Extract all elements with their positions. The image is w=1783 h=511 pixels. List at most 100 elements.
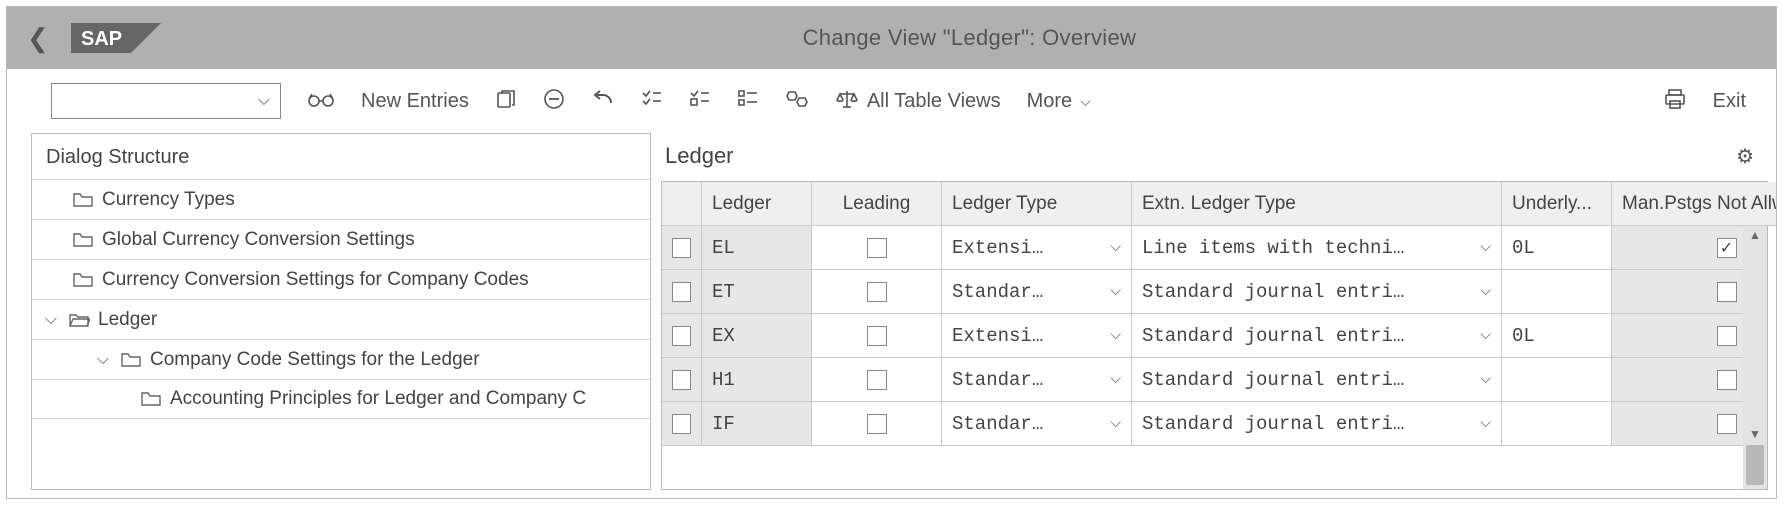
cell-ledger-type[interactable]: Extensi…⌵ xyxy=(942,314,1132,358)
cell-underly[interactable] xyxy=(1502,402,1612,446)
cell-extn-type[interactable]: Standard journal entri…⌵ xyxy=(1132,358,1502,402)
all-table-views-label: All Table Views xyxy=(867,90,1001,113)
tree-item-accounting-principles[interactable]: Accounting Principles for Ledger and Com… xyxy=(32,379,650,419)
col-select xyxy=(662,182,702,226)
copy-icon[interactable] xyxy=(495,88,517,114)
exit-button[interactable]: Exit xyxy=(1713,90,1746,113)
cell-ledger[interactable]: ET xyxy=(702,270,812,314)
col-ledger-type[interactable]: Ledger Type xyxy=(942,182,1132,226)
configure-icon[interactable] xyxy=(785,88,809,114)
row-select-checkbox[interactable] xyxy=(662,402,702,446)
table-row[interactable]: IF Standar…⌵ Standard journal entri…⌵ xyxy=(662,402,1767,446)
scroll-down-icon[interactable]: ▼ xyxy=(1749,427,1761,441)
folder-open-icon xyxy=(68,311,90,329)
select-all-icon[interactable] xyxy=(641,88,663,114)
new-entries-label: New Entries xyxy=(361,90,469,113)
tree-item-label: Company Code Settings for the Ledger xyxy=(150,349,480,371)
pane-title: Ledger xyxy=(665,143,734,169)
delete-icon[interactable] xyxy=(543,88,565,114)
folder-icon xyxy=(72,271,94,289)
more-button[interactable]: More ⌵ xyxy=(1027,90,1091,113)
titlebar: ❮ SAP Change View "Ledger": Overview xyxy=(7,7,1776,69)
cell-underly[interactable]: 0L xyxy=(1502,314,1612,358)
cell-ledger[interactable]: EL xyxy=(702,226,812,270)
exit-label: Exit xyxy=(1713,90,1746,113)
scroll-up-icon[interactable]: ▲ xyxy=(1749,228,1761,242)
folder-icon xyxy=(72,191,94,209)
ledger-table: Ledger Leading Ledger Type Extn. Ledger … xyxy=(661,181,1768,490)
scales-icon xyxy=(835,88,859,114)
deselect-all-icon[interactable] xyxy=(737,88,759,114)
col-underly[interactable]: Underly... xyxy=(1502,182,1612,226)
tree-item-label: Currency Conversion Settings for Company… xyxy=(102,269,529,291)
cell-extn-type[interactable]: Line items with techni…⌵ xyxy=(1132,226,1502,270)
cell-leading[interactable] xyxy=(812,358,942,402)
chevron-down-icon: ⌵ xyxy=(1080,93,1091,110)
table-header: Ledger Leading Ledger Type Extn. Ledger … xyxy=(662,182,1767,226)
cell-ledger-type[interactable]: Standar…⌵ xyxy=(942,402,1132,446)
dialog-structure-title: Dialog Structure xyxy=(32,142,650,179)
cell-ledger[interactable]: IF xyxy=(702,402,812,446)
cell-ledger[interactable]: H1 xyxy=(702,358,812,402)
view-select-dropdown[interactable]: ⌵ xyxy=(51,83,281,119)
cell-extn-type[interactable]: Standard journal entri…⌵ xyxy=(1132,314,1502,358)
cell-underly[interactable]: 0L xyxy=(1502,226,1612,270)
table-row[interactable]: H1 Standar…⌵ Standard journal entri…⌵ xyxy=(662,358,1767,402)
table-row[interactable]: EL Extensi…⌵ Line items with techni…⌵ 0L… xyxy=(662,226,1767,270)
print-icon[interactable] xyxy=(1663,88,1687,114)
row-select-checkbox[interactable] xyxy=(662,270,702,314)
tree-item-ledger[interactable]: ⌵ Ledger xyxy=(32,299,650,339)
folder-icon xyxy=(140,390,162,408)
gear-icon[interactable]: ⚙ xyxy=(1736,144,1754,169)
glasses-icon[interactable] xyxy=(307,90,335,112)
col-manpstgs[interactable]: Man.Pstgs Not Allwd xyxy=(1612,182,1776,226)
new-entries-button[interactable]: New Entries xyxy=(361,90,469,113)
more-label: More xyxy=(1027,90,1073,113)
tree-item-global-currency-conv[interactable]: Global Currency Conversion Settings xyxy=(32,219,650,259)
chevron-down-icon: ⌵ xyxy=(94,351,112,369)
col-extn-type[interactable]: Extn. Ledger Type xyxy=(1132,182,1502,226)
cell-ledger-type[interactable]: Extensi…⌵ xyxy=(942,226,1132,270)
row-select-checkbox[interactable] xyxy=(662,226,702,270)
undo-icon[interactable] xyxy=(591,89,615,113)
svg-text:SAP: SAP xyxy=(81,28,122,50)
cell-leading[interactable] xyxy=(812,270,942,314)
chevron-down-icon: ⌵ xyxy=(42,311,60,329)
cell-ledger-type[interactable]: Standar…⌵ xyxy=(942,358,1132,402)
all-table-views-button[interactable]: All Table Views xyxy=(835,88,1001,114)
row-select-checkbox[interactable] xyxy=(662,314,702,358)
tree-item-currency-conv-company[interactable]: Currency Conversion Settings for Company… xyxy=(32,259,650,299)
cell-leading[interactable] xyxy=(812,314,942,358)
cell-leading[interactable] xyxy=(812,226,942,270)
tree-item-label: Global Currency Conversion Settings xyxy=(102,229,415,251)
cell-leading[interactable] xyxy=(812,402,942,446)
tree-item-currency-types[interactable]: Currency Types xyxy=(32,179,650,219)
row-select-checkbox[interactable] xyxy=(662,358,702,402)
dialog-structure-panel: Dialog Structure Currency Types Global C… xyxy=(31,133,651,490)
select-block-icon[interactable] xyxy=(689,88,711,114)
scroll-thumb[interactable] xyxy=(1746,445,1764,485)
folder-icon xyxy=(120,351,142,369)
cell-extn-type[interactable]: Standard journal entri…⌵ xyxy=(1132,402,1502,446)
ledger-pane: Ledger ⚙ Ledger Leading Ledger Type Extn… xyxy=(661,133,1768,490)
folder-icon xyxy=(72,231,94,249)
col-leading[interactable]: Leading xyxy=(812,182,942,226)
tree-item-label: Ledger xyxy=(98,309,157,331)
cell-ledger[interactable]: EX xyxy=(702,314,812,358)
table-row[interactable]: EX Extensi…⌵ Standard journal entri…⌵ 0L xyxy=(662,314,1767,358)
cell-extn-type[interactable]: Standard journal entri…⌵ xyxy=(1132,270,1502,314)
back-button[interactable]: ❮ xyxy=(27,23,49,54)
page-title: Change View "Ledger": Overview xyxy=(183,25,1756,51)
tree-item-label: Currency Types xyxy=(102,189,235,211)
tree-item-label: Accounting Principles for Ledger and Com… xyxy=(170,388,586,410)
toolbar: ⌵ New Entries xyxy=(7,69,1776,133)
tree-item-company-code-settings[interactable]: ⌵ Company Code Settings for the Ledger xyxy=(32,339,650,379)
chevron-down-icon: ⌵ xyxy=(258,92,270,110)
sap-logo: SAP xyxy=(71,23,161,53)
cell-ledger-type[interactable]: Standar…⌵ xyxy=(942,270,1132,314)
table-row[interactable]: ET Standar…⌵ Standard journal entri…⌵ xyxy=(662,270,1767,314)
col-ledger[interactable]: Ledger xyxy=(702,182,812,226)
cell-underly[interactable] xyxy=(1502,358,1612,402)
vertical-scrollbar[interactable]: ▲ ▼ xyxy=(1743,226,1767,489)
cell-underly[interactable] xyxy=(1502,270,1612,314)
